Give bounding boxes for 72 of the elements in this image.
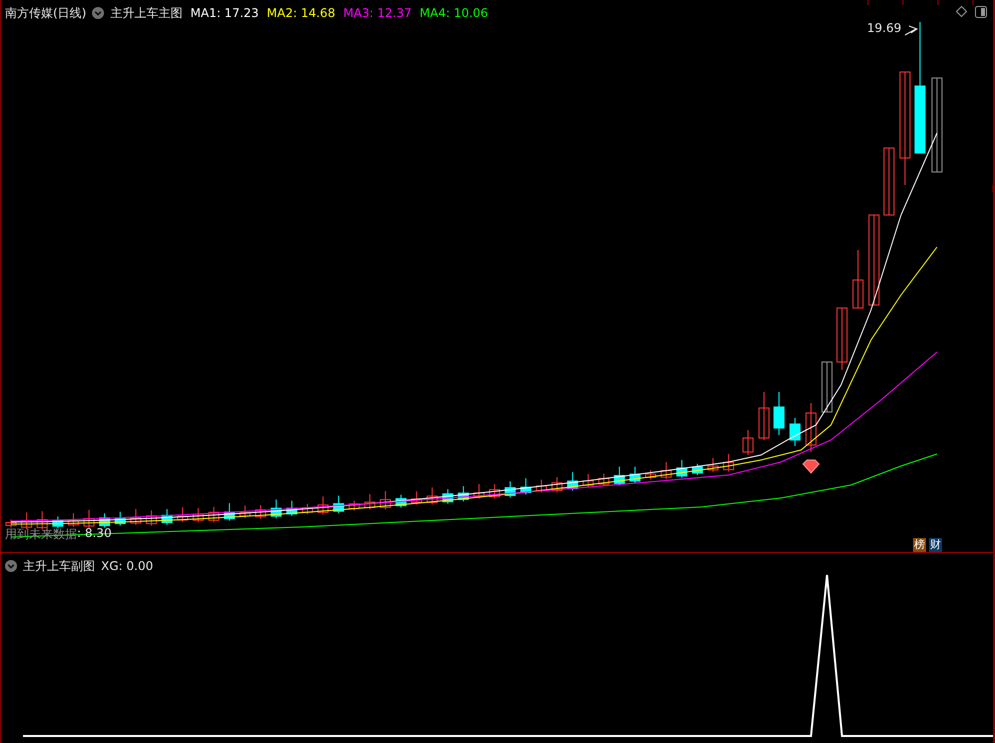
candlestick: [723, 453, 734, 472]
candlestick: [224, 502, 235, 522]
candlestick: [333, 495, 344, 514]
candlestick: [192, 507, 204, 523]
candlestick: [852, 250, 864, 308]
candlestick: [758, 392, 770, 440]
candlestick: [552, 476, 562, 493]
candlestick: [68, 512, 79, 528]
candlestick: [411, 490, 422, 505]
candlestick: [489, 484, 500, 500]
candlestick: [692, 463, 703, 476]
candlestick: [302, 503, 313, 515]
candlestick: [790, 418, 800, 446]
candlestick: [645, 470, 656, 480]
gem-icon: [802, 460, 820, 474]
xg-value: XG: 0.00: [101, 559, 154, 573]
candlestick: [708, 457, 718, 472]
candlestick: [660, 462, 672, 480]
candlestick: [598, 473, 610, 487]
info-badge[interactable]: 榜: [913, 538, 926, 552]
candlestick: [504, 480, 516, 498]
candlestick: [6, 519, 16, 528]
leader-arrow: [904, 26, 918, 36]
candlestick: [630, 466, 640, 484]
candlestick: [567, 472, 578, 492]
candlestick: [286, 500, 298, 516]
candlestick: [130, 508, 142, 526]
candlestick: [318, 496, 328, 515]
candlestick: [146, 510, 157, 526]
candlestick: [255, 504, 266, 520]
candlestick: [442, 488, 454, 504]
candlestick: [177, 506, 188, 523]
ma-value: MA2: 14.68: [266, 6, 336, 20]
candlestick: [884, 148, 894, 216]
candlestick: [162, 508, 172, 526]
candlestick: [806, 402, 816, 452]
candlestick: [270, 498, 282, 519]
info-badge[interactable]: 财: [929, 538, 942, 552]
dropdown-icon[interactable]: [92, 7, 104, 19]
candlestick: [742, 430, 754, 456]
indicator-name: 主升上车副图: [23, 558, 95, 574]
candlestick: [99, 512, 110, 528]
candlestick: [21, 512, 32, 530]
candlestick: [84, 509, 94, 529]
candlestick: [380, 490, 391, 510]
candlestick: [364, 494, 376, 510]
diamond-icon[interactable]: [956, 6, 967, 17]
candlestick: [208, 506, 220, 523]
candlestick: [52, 516, 64, 529]
high-price-label: 19.69: [867, 21, 902, 35]
candlestick: [774, 392, 784, 436]
panel-toggle-icon[interactable]: [975, 6, 987, 18]
candlestick: [520, 478, 532, 496]
candlestick: [822, 362, 832, 412]
candlestick: [582, 474, 594, 488]
candlestick: [114, 511, 126, 526]
indicator-name: 主升上车主图: [110, 4, 182, 22]
candlestick: [426, 486, 438, 505]
candlestick: [396, 494, 406, 508]
ma-value: MA3: 12.37: [343, 6, 412, 20]
candlestick: [614, 466, 625, 486]
stock-title: 南方传媒(日线): [5, 4, 86, 22]
ma-value: MA1: 17.23: [190, 6, 259, 20]
candlestick: [348, 500, 360, 511]
ma-value: MA4: 10.06: [420, 6, 488, 20]
candlestick: [836, 308, 848, 370]
candlestick: [240, 505, 250, 518]
candlestick: [474, 484, 484, 500]
candlestick: [536, 479, 547, 494]
dropdown-icon[interactable]: [5, 560, 17, 572]
candlestick: [676, 459, 688, 478]
candlestick: [458, 486, 469, 502]
